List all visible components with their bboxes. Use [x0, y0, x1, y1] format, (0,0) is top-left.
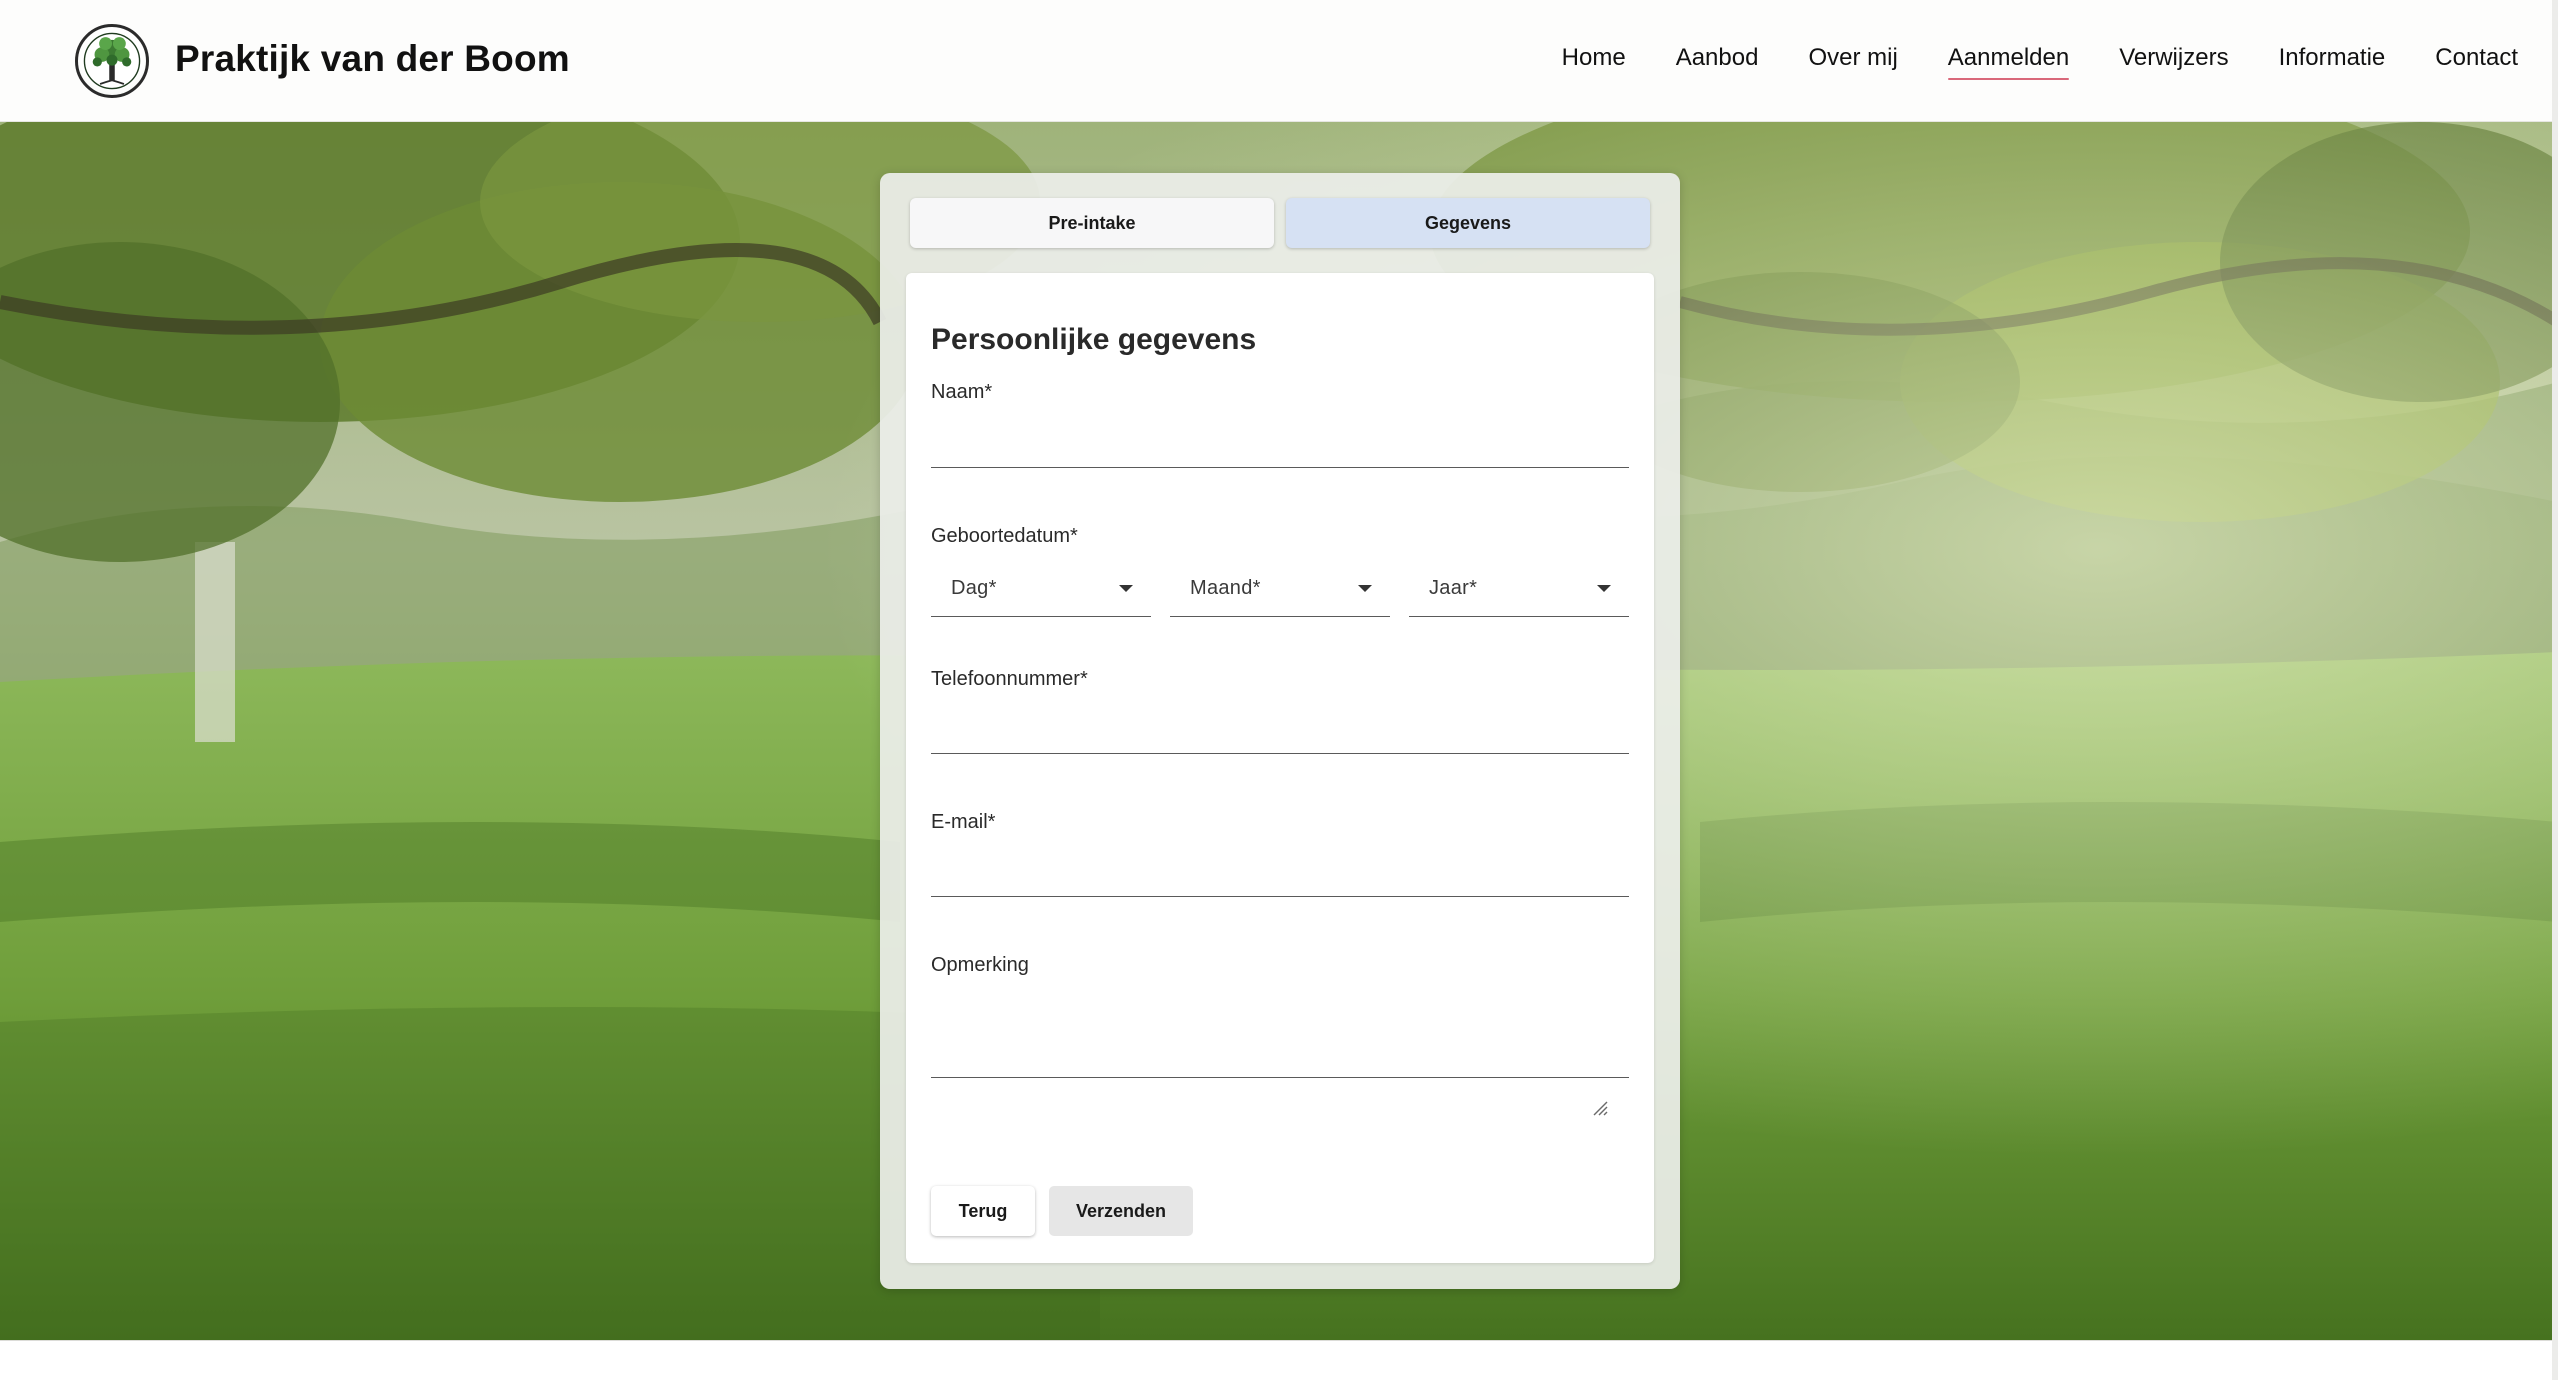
back-button[interactable]: Terug	[931, 1186, 1035, 1236]
opmerking-label: Opmerking	[931, 954, 1029, 976]
dag-select[interactable]: Dag*	[931, 563, 1151, 617]
nav-home[interactable]: Home	[1562, 44, 1626, 80]
telefoon-input[interactable]	[931, 704, 1629, 754]
maand-select-label: Maand*	[1190, 577, 1261, 599]
naam-input[interactable]	[931, 418, 1629, 468]
nav-contact[interactable]: Contact	[2435, 44, 2518, 80]
nav-over-mij[interactable]: Over mij	[1808, 44, 1897, 80]
signup-form-card: Pre-intake Gegevens Persoonlijke gegeven…	[880, 173, 1680, 1289]
step-gegevens[interactable]: Gegevens	[1286, 198, 1650, 248]
opmerking-textarea[interactable]	[931, 986, 1629, 1078]
chevron-down-icon	[1597, 585, 1611, 592]
jaar-select-label: Jaar*	[1429, 577, 1478, 599]
page-scrollbar[interactable]	[2552, 0, 2558, 1380]
telefoon-label: Telefoonnummer*	[931, 668, 1088, 690]
site-header: Praktijk van der Boom Home Aanbod Over m…	[0, 0, 2558, 122]
naam-label: Naam*	[931, 381, 993, 403]
email-label: E-mail*	[931, 811, 996, 833]
chevron-down-icon	[1358, 585, 1372, 592]
footer-strip	[0, 1340, 2558, 1380]
nav-aanbod[interactable]: Aanbod	[1676, 44, 1759, 80]
nav-verwijzers[interactable]: Verwijzers	[2119, 44, 2228, 80]
main-nav: Home Aanbod Over mij Aanmelden Verwijzer…	[1512, 44, 2518, 80]
form-title: Persoonlijke gegevens	[931, 323, 1257, 356]
nav-aanmelden[interactable]: Aanmelden	[1947, 44, 2070, 80]
chevron-down-icon	[1119, 585, 1133, 592]
email-input[interactable]	[931, 847, 1629, 897]
geboortedatum-label: Geboortedatum*	[931, 525, 1078, 547]
submit-button[interactable]: Verzenden	[1049, 1186, 1193, 1236]
resize-grip-icon[interactable]	[1590, 1098, 1608, 1116]
maand-select[interactable]: Maand*	[1170, 563, 1390, 617]
jaar-select[interactable]: Jaar*	[1409, 563, 1629, 617]
brand-name[interactable]: Praktijk van der Boom	[175, 38, 570, 80]
dag-select-label: Dag*	[951, 577, 997, 599]
tree-logo-graphic	[83, 32, 141, 90]
tree-logo-icon[interactable]	[75, 24, 149, 98]
step-pre-intake[interactable]: Pre-intake	[910, 198, 1274, 248]
personal-details-panel: Persoonlijke gegevens Naam* Geboortedatu…	[906, 273, 1654, 1263]
nav-informatie[interactable]: Informatie	[2279, 44, 2386, 80]
